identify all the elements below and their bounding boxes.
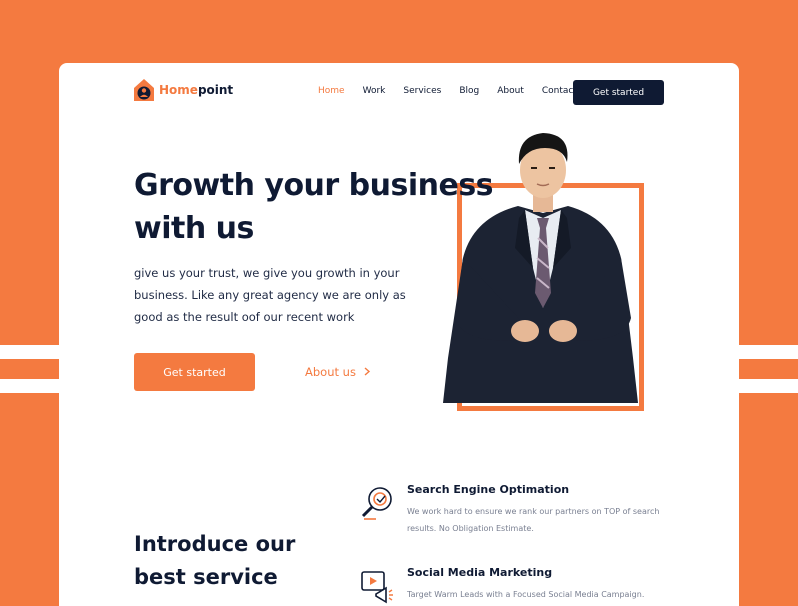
- service-description: We work hard to ensure we rank our partn…: [407, 507, 660, 533]
- hero-person-image: [443, 133, 638, 403]
- hero-description: give us your trust, we give you growth i…: [134, 266, 406, 324]
- nav-item-contact[interactable]: Contact: [542, 86, 577, 96]
- chevron-right-icon: [364, 367, 370, 376]
- nav-item-blog[interactable]: Blog: [459, 86, 479, 96]
- hero-title-line1: Growth your business: [134, 168, 494, 203]
- seo-magnifier-icon: [361, 487, 392, 520]
- service-title: Search Engine Optimation: [407, 483, 570, 496]
- nav-item-work[interactable]: Work: [363, 86, 386, 96]
- services-section-title: Introduce our best service: [134, 528, 334, 594]
- nav-item-home[interactable]: Home: [318, 86, 345, 96]
- nav-get-started-button[interactable]: Get started: [573, 80, 664, 105]
- services-title-line2: best service: [134, 565, 278, 589]
- decor-stripe-left-top: [0, 345, 60, 359]
- nav-item-about[interactable]: About: [497, 86, 524, 96]
- hero-title: Growth your business with us: [134, 164, 494, 250]
- service-title: Social Media Marketing: [407, 566, 553, 579]
- brand-name: Homepoint: [159, 83, 234, 97]
- about-us-link[interactable]: About us: [305, 365, 371, 379]
- decor-stripe-right-top: [738, 345, 798, 359]
- nav-item-services[interactable]: Services: [403, 86, 441, 96]
- hero-title-line2: with us: [134, 211, 254, 246]
- megaphone-video-icon: [361, 571, 393, 604]
- service-description: Target Warm Leads with a Focused Social …: [407, 590, 645, 599]
- house-logo-icon: [134, 79, 154, 101]
- brand-logo[interactable]: Homepoint: [133, 78, 233, 102]
- landing-page-card: Homepoint Home Work Services Blog About …: [59, 63, 739, 606]
- hero-get-started-button[interactable]: Get started: [134, 353, 255, 391]
- main-nav: Home Work Services Blog About Contact: [318, 86, 595, 96]
- decor-stripe-left-bottom: [0, 379, 60, 393]
- decor-stripe-right-bottom: [738, 379, 798, 393]
- services-title-line1: Introduce our: [134, 532, 296, 556]
- about-us-link-label: About us: [305, 365, 356, 379]
